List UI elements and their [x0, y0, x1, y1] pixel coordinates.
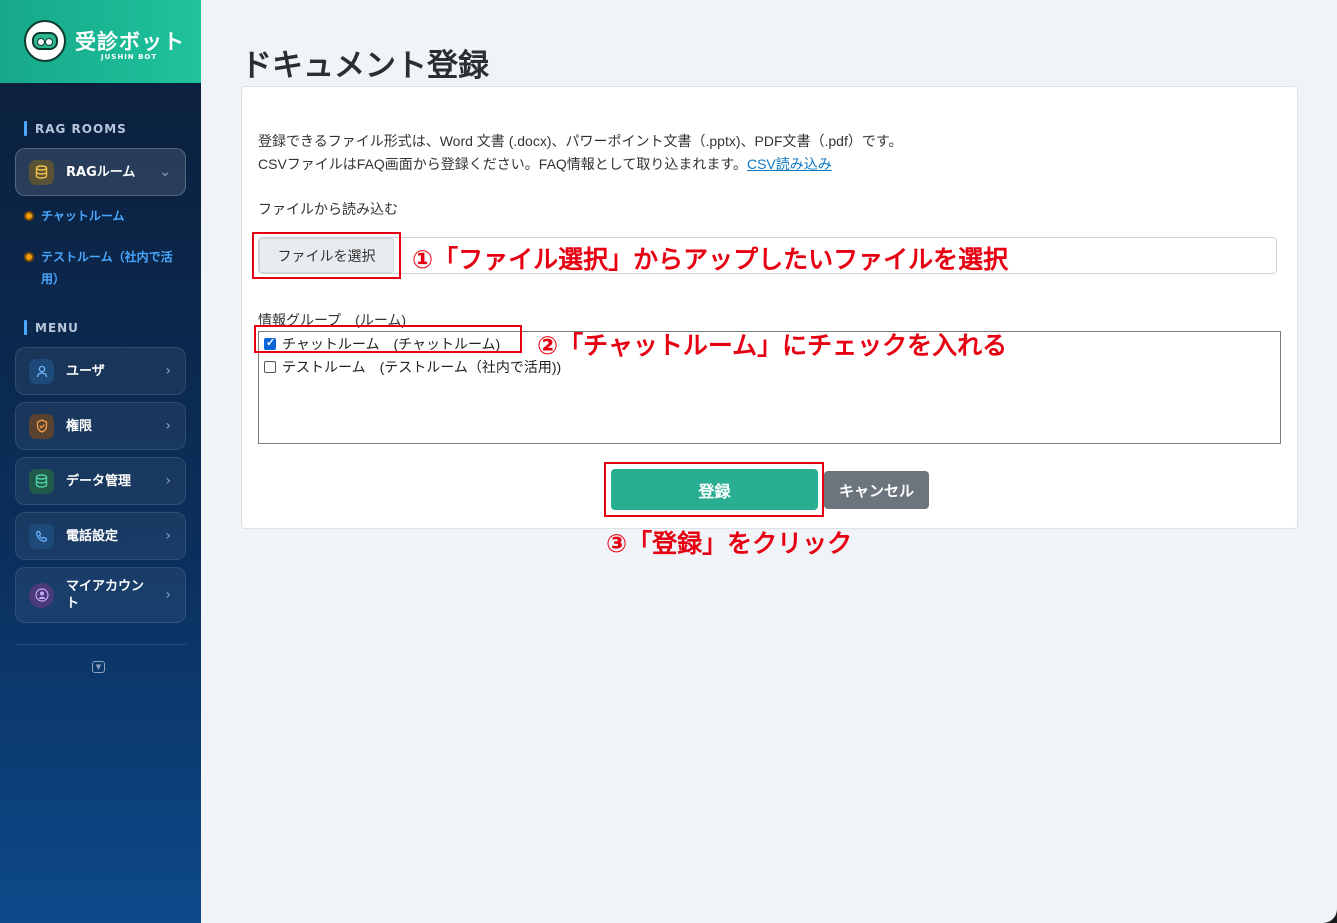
annotation-box-register [604, 462, 824, 517]
section-rag-rooms: RAG ROOMS [24, 121, 127, 136]
description-line-2-text: CSVファイルはFAQ画面から登録ください。FAQ情報として取り込まれます。 [258, 156, 747, 172]
checkbox-unchecked[interactable] [264, 361, 276, 373]
status-dot-icon [24, 211, 34, 221]
room-test-label: テストルーム（社内で活用） [41, 250, 173, 286]
collapse-sidebar-icon[interactable]: ▼ [92, 661, 105, 673]
room-chat-label: チャットルーム [41, 209, 125, 223]
chevron-right-icon: › [165, 418, 171, 434]
annotation-step1: ①「ファイル選択」からアップしたいファイルを選択 [412, 245, 1009, 274]
status-dot-icon [24, 252, 34, 262]
brand-title: 受診ボット [75, 30, 185, 54]
nav-users-label: ユーザ [66, 363, 105, 379]
room-chat[interactable]: チャットルーム [24, 205, 184, 227]
nav-data-management-label: データ管理 [66, 473, 132, 489]
description: 登録できるファイル形式は、Word 文書 (.docx)、パワーポイント文書（.… [258, 130, 902, 176]
option-test-room[interactable]: テストルーム (テストルーム（社内で活用)) [264, 357, 561, 377]
sidebar-divider [15, 644, 186, 645]
nav-users[interactable]: ユーザ › [15, 347, 186, 395]
cancel-button[interactable]: キャンセル [824, 471, 929, 509]
annotation-box-file [252, 232, 401, 279]
description-line-2: CSVファイルはFAQ画面から登録ください。FAQ情報として取り込まれます。CS… [258, 153, 902, 176]
phone-icon [29, 523, 54, 549]
csv-import-link[interactable]: CSV読み込み [747, 156, 832, 172]
chevron-right-icon: › [165, 587, 171, 603]
database-icon [29, 159, 54, 185]
room-test[interactable]: テストルーム（社内で活用） [24, 246, 184, 290]
annotation-step2: ②「チャットルーム」にチェックを入れる [537, 331, 1008, 360]
nav-data-management[interactable]: データ管理 › [15, 457, 186, 505]
chevron-right-icon: › [165, 473, 171, 489]
chevron-right-icon: › [165, 528, 171, 544]
page-title: ドキュメント登録 [241, 48, 489, 84]
annotation-step3: ③「登録」をクリック [606, 529, 853, 558]
brand-subtitle: JUSHIN BOT [101, 53, 158, 61]
sidebar: 受診ボット JUSHIN BOT RAG ROOMS RAGルーム ⌄ チャット… [0, 0, 201, 923]
chevron-down-icon: ⌄ [159, 164, 171, 180]
shield-icon [29, 413, 54, 439]
nav-rag-room[interactable]: RAGルーム ⌄ [15, 148, 186, 196]
nav-my-account[interactable]: マイアカウント › [15, 567, 186, 623]
nav-permissions-label: 権限 [66, 418, 93, 434]
account-icon [29, 582, 54, 608]
robot-logo-icon [24, 20, 66, 62]
nav-permissions[interactable]: 権限 › [15, 402, 186, 450]
section-menu: MENU [24, 320, 79, 335]
file-source-label: ファイルから読み込む [258, 201, 398, 217]
description-line-1: 登録できるファイル形式は、Word 文書 (.docx)、パワーポイント文書（.… [258, 133, 903, 149]
chevron-right-icon: › [165, 363, 171, 379]
nav-my-account-label: マイアカウント [66, 579, 145, 611]
brand-header[interactable]: 受診ボット JUSHIN BOT [0, 0, 201, 83]
nav-phone-settings[interactable]: 電話設定 › [15, 512, 186, 560]
app-window: 受診ボット JUSHIN BOT RAG ROOMS RAGルーム ⌄ チャット… [0, 0, 1337, 923]
database-icon [29, 468, 54, 494]
option-test-room-label: テストルーム (テストルーム（社内で活用)) [282, 359, 562, 375]
annotation-box-checkbox [254, 325, 522, 353]
nav-rag-room-label: RAGルーム [66, 164, 136, 180]
nav-phone-settings-label: 電話設定 [66, 528, 119, 544]
user-icon [29, 358, 54, 384]
